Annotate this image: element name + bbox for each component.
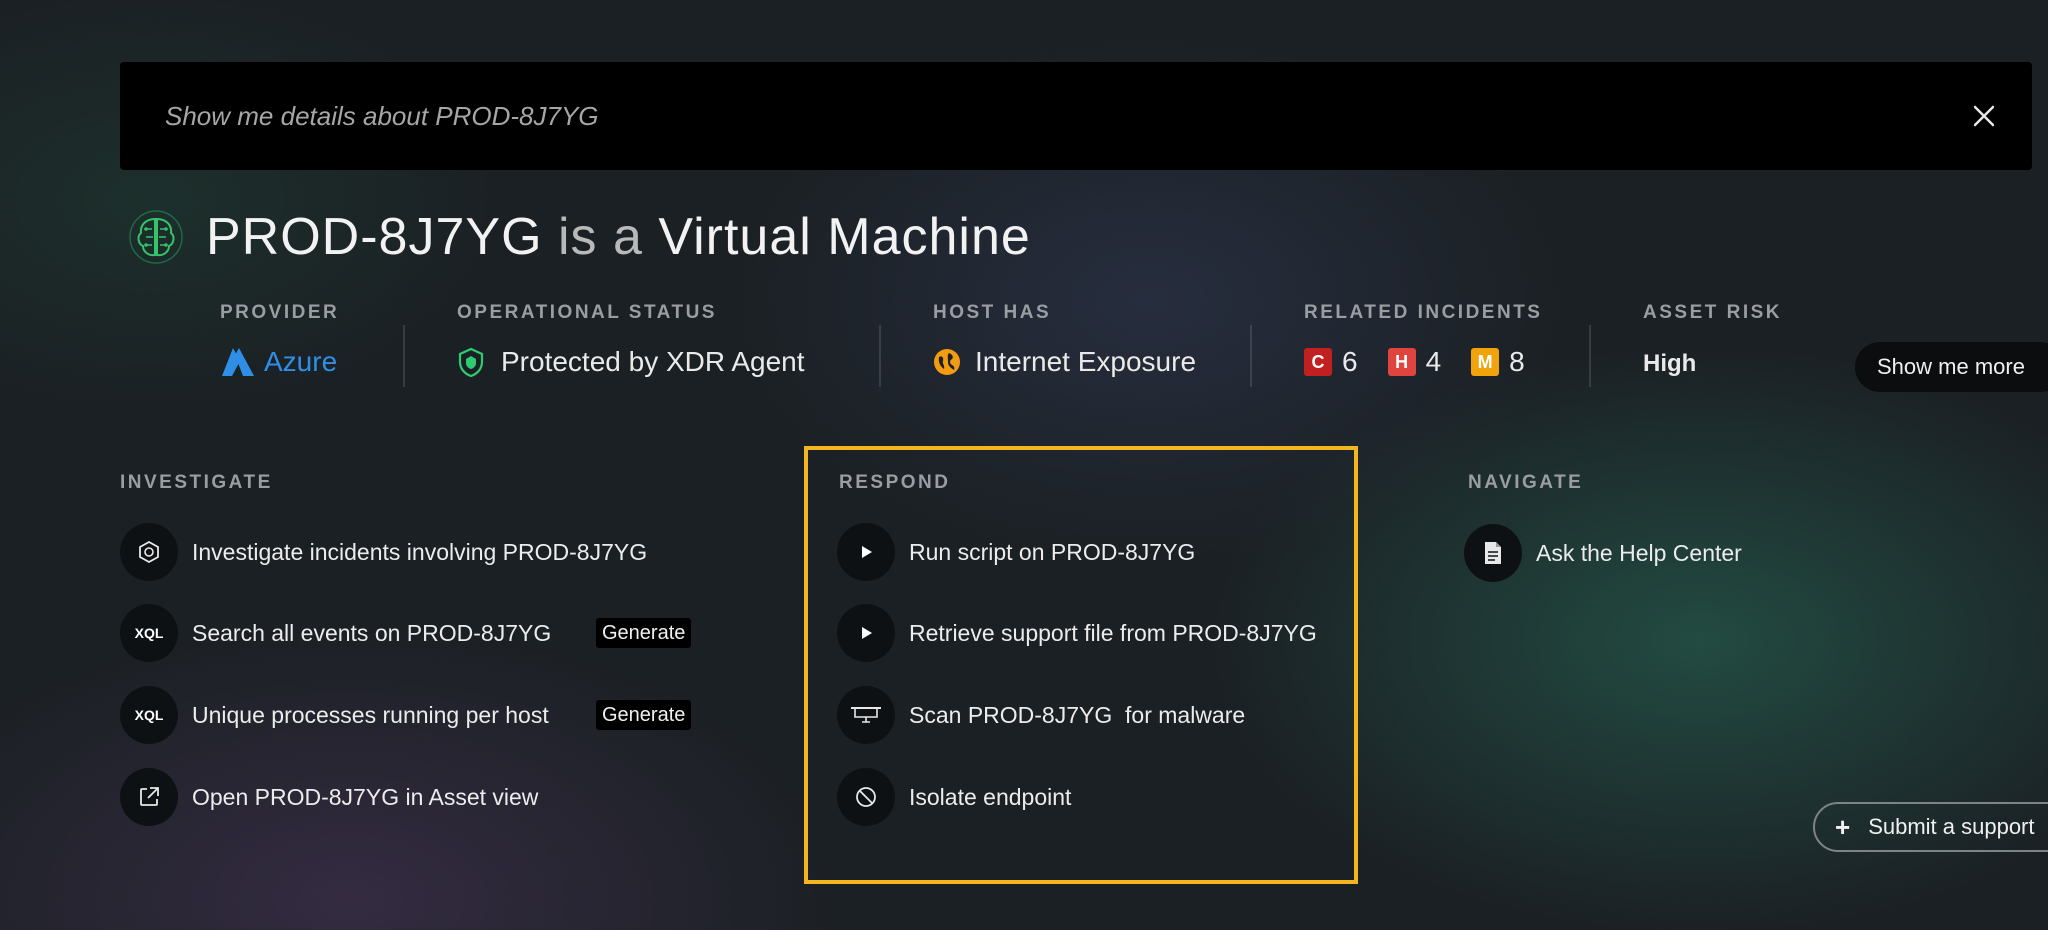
play-icon [837,604,895,662]
xql-icon: XQL [120,686,178,744]
action-label: Retrieve support file from PROD-8J7YG [909,619,1317,646]
status-label: OPERATIONAL STATUS [457,302,717,323]
host-has-column: HOST HAS Internet Exposure [933,302,1196,378]
status-text: Protected by XDR Agent [501,346,805,377]
run-script-action[interactable]: Run script on PROD-8J7YG [837,523,1195,581]
search-query[interactable]: Show me details about PROD-8J7YG [165,62,599,170]
risk-label: ASSET RISK [1643,302,1783,323]
incidents-column: RELATED INCIDENTS C 6 H 4 M 8 [1304,302,1555,378]
submit-support-label: Submit a support [1868,814,2035,839]
open-asset-view-action[interactable]: Open PROD-8J7YG in Asset view [120,768,538,826]
provider-value: Azure [220,346,339,378]
generate-button[interactable]: Generate [596,618,692,648]
divider [879,325,881,387]
divider [403,325,405,387]
action-label: Search all events on PROD-8J7YG [192,619,552,646]
hexagon-icon [120,523,178,581]
azure-logo-icon [222,348,254,376]
provider-label: PROVIDER [220,302,340,323]
action-label: Unique processes running per host [192,701,549,728]
page-title-row: PROD-8J7YG is a Virtual Machine [128,205,1031,269]
critical-count[interactable]: 6 [1342,346,1358,378]
critical-badge[interactable]: C [1304,348,1332,376]
xql-icon: XQL [120,604,178,662]
action-label: Open PROD-8J7YG in Asset view [192,783,539,810]
action-label: Ask the Help Center [1536,539,1742,566]
provider-name: Azure [264,346,338,377]
incidents-value: C 6 H 4 M 8 [1304,346,1555,378]
external-link-icon [120,768,178,826]
status-column: OPERATIONAL STATUS Protected by XDR Agen… [457,302,805,378]
help-center-action[interactable]: Ask the Help Center [1464,524,1742,582]
isolate-endpoint-action[interactable]: Isolate endpoint [837,768,1071,826]
incidents-label: RELATED INCIDENTS [1304,302,1543,323]
investigate-incidents-action[interactable]: Investigate incidents involving PROD-8J7… [120,523,647,581]
action-label: Isolate endpoint [909,783,1072,810]
brain-icon [129,210,183,264]
high-count[interactable]: 4 [1426,346,1442,378]
scan-malware-action[interactable]: Scan PROD-8J7YG for malware [837,686,1245,744]
shield-check-icon [458,347,484,377]
unique-processes-action[interactable]: XQL Unique processes running per host [120,686,549,744]
navigate-heading: NAVIGATE [1468,472,1584,493]
investigate-heading: INVESTIGATE [120,472,273,493]
submit-support-button[interactable]: + Submit a support [1813,802,2048,852]
divider [1589,325,1591,387]
medium-count[interactable]: 8 [1509,346,1525,378]
provider-column: PROVIDER Azure [220,302,339,378]
action-label: Run script on PROD-8J7YG [909,538,1196,565]
title-connector: is a [557,208,643,266]
monitor-scan-icon [837,686,895,744]
risk-value: High [1643,350,1697,377]
asset-name: PROD-8J7YG [206,208,543,266]
host-has-label: HOST HAS [933,302,1052,323]
status-value: Protected by XDR Agent [457,346,805,378]
show-more-button[interactable]: Show me more [1855,342,2048,392]
search-events-action[interactable]: XQL Search all events on PROD-8J7YG [120,604,551,662]
block-icon [837,768,895,826]
respond-heading: RESPOND [839,472,951,493]
high-badge[interactable]: H [1387,348,1416,376]
divider [1250,325,1252,387]
asset-type: Virtual Machine [658,208,1031,266]
action-label: Investigate incidents involving PROD-8J7… [192,538,648,565]
host-has-value: Internet Exposure [933,346,1196,378]
close-icon[interactable] [1970,102,1998,130]
retrieve-support-file-action[interactable]: Retrieve support file from PROD-8J7YG [837,604,1317,662]
search-bar[interactable]: Show me details about PROD-8J7YG [120,62,2032,170]
page-title: PROD-8J7YG is a Virtual Machine [206,207,1031,267]
play-icon [837,523,895,581]
risk-column: ASSET RISK High [1643,302,1782,378]
plus-icon: + [1835,811,1851,842]
medium-badge[interactable]: M [1471,348,1500,376]
host-has-text: Internet Exposure [975,346,1197,377]
action-label: Scan PROD-8J7YG for malware [909,701,1246,728]
generate-button[interactable]: Generate [596,700,692,730]
globe-icon [934,349,960,375]
document-icon [1464,524,1522,582]
